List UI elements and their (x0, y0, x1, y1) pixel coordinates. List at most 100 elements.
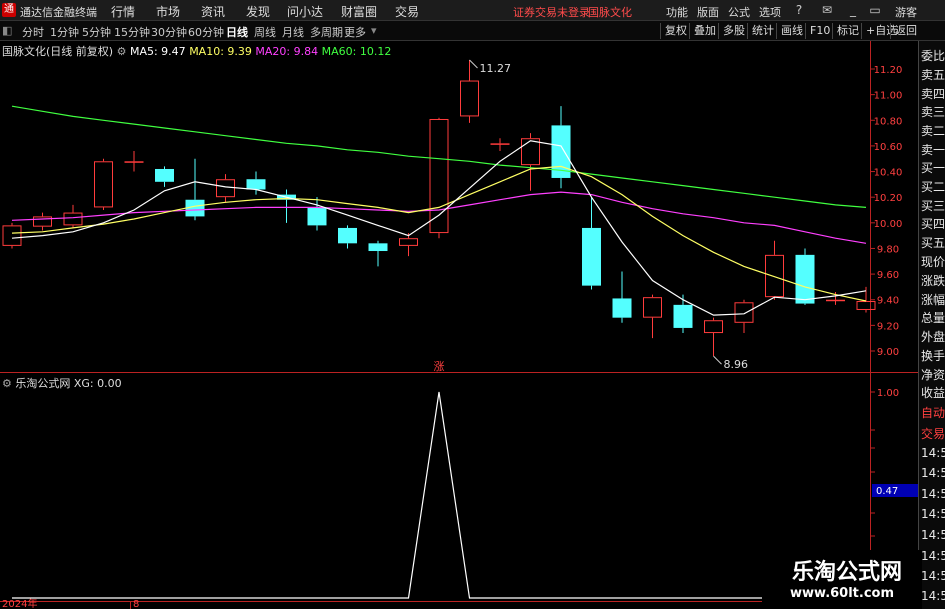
price-axis-label: 11.20 (874, 65, 903, 76)
candle-body-down[interactable] (155, 168, 174, 182)
candle-body-up[interactable] (94, 161, 113, 208)
period-tab-monthly[interactable]: 月线 (282, 24, 304, 40)
candle-body-down[interactable] (307, 207, 327, 226)
price-axis-label: 9.20 (877, 321, 899, 332)
settings-gear-icon[interactable]: ⚙ (117, 45, 127, 58)
candle-body-up[interactable] (2, 225, 22, 246)
side-panel-wei-bi: 委比 (921, 49, 945, 63)
candle-body-up[interactable] (490, 143, 510, 145)
price-axis-label: 9.40 (877, 296, 899, 307)
menu-item-functions[interactable]: 功能 (666, 4, 688, 20)
high-price-label: 11.27 (480, 62, 512, 75)
side-panel-tick-1: 14:56 (921, 446, 945, 460)
candle-body-down[interactable] (673, 304, 693, 328)
candle-body-up[interactable] (765, 254, 784, 298)
period-tab-multi[interactable]: 多周期 (310, 24, 343, 40)
candle-body-up[interactable] (124, 161, 144, 163)
adjust-button[interactable]: 复权 (660, 23, 687, 39)
draw-line-button[interactable]: 画线 (776, 23, 803, 39)
side-panel-sell-3: 卖三 (921, 105, 945, 119)
period-tab-30min[interactable]: 30分钟 (151, 24, 187, 40)
candle-body-up[interactable] (704, 320, 723, 334)
candle-body-down[interactable] (795, 254, 815, 304)
menu-item-news[interactable]: 资讯 (201, 3, 225, 20)
user-name[interactable]: 游客 (895, 4, 917, 20)
period-tab-more[interactable]: 更多 (344, 24, 366, 40)
statistics-button[interactable]: 统计 (747, 23, 774, 39)
candle-body-down[interactable] (612, 298, 632, 318)
menu-item-formula[interactable]: 公式 (728, 4, 750, 20)
price-axis-label: 9.80 (877, 244, 899, 255)
stock-title: 国脉文化(日线 前复权) (2, 45, 114, 58)
side-panel-current-price: 现价 (921, 255, 945, 269)
candle-body-up[interactable] (399, 238, 418, 246)
candle-body-up[interactable] (216, 179, 235, 198)
f10-button[interactable]: F10 (805, 23, 830, 39)
side-panel-change: 涨跌 (921, 274, 945, 288)
help-icon[interactable]: ? (790, 2, 808, 18)
menu-item-options[interactable]: 选项 (759, 4, 781, 20)
price-axis-label: 10.40 (874, 168, 903, 179)
candle-body-down[interactable] (338, 227, 357, 244)
side-panel-buy-5: 买五 (921, 236, 945, 250)
mark-button[interactable]: 标记 (832, 23, 859, 39)
login-status[interactable]: 证券交易未登录 (513, 4, 590, 20)
overlay-button[interactable]: 叠加 (689, 23, 716, 39)
side-panel-tick-2: 14:56 (921, 466, 945, 480)
quote-side-panel: 委比 卖五 卖四 卖三 卖二 卖一 买一 买二 买三 买四 买五 现价 涨跌 涨幅 总量 外盘 换手 净资 收益 自动… (918, 41, 945, 609)
low-price-label: 8.96 (724, 358, 749, 371)
price-axis-label: 10.00 (874, 219, 903, 230)
indicator-value: XG: 0.00 (73, 377, 122, 390)
watermark-title: 乐淘公式网 (792, 560, 903, 585)
restore-icon[interactable]: ▭ (866, 2, 884, 18)
signal-label: 涨 (434, 360, 445, 373)
sub-axis-label: 1.00 (877, 388, 899, 399)
candle-body-down[interactable] (246, 179, 266, 190)
back-button[interactable]: 返回 (890, 23, 917, 39)
candle-body-up[interactable] (521, 138, 540, 166)
menu-item-quotes[interactable]: 行情 (111, 3, 135, 20)
candle-body-up[interactable] (826, 299, 845, 302)
candle-body-up[interactable] (63, 212, 83, 226)
menu-item-assistant[interactable]: 问小达 (287, 3, 323, 20)
indicator-settings-icon[interactable]: ⚙ (2, 377, 12, 390)
time-axis-month-label: 8 (133, 599, 139, 609)
menu-item-layout[interactable]: 版面 (697, 4, 719, 20)
side-panel-net-assets: 净资 (921, 368, 945, 382)
candle-body-down[interactable] (368, 243, 388, 252)
period-tab-weekly[interactable]: 周线 (254, 24, 276, 40)
mail-icon[interactable]: ✉ (818, 2, 836, 18)
period-tab-timeshare[interactable]: 分时 (22, 24, 44, 40)
side-panel-sell-5: 卖五 (921, 68, 945, 82)
more-dropdown-icon[interactable]: ▾ (371, 24, 377, 37)
menu-item-market[interactable]: 市场 (156, 3, 180, 20)
minimize-icon[interactable]: _ (844, 2, 862, 18)
multi-stock-button[interactable]: 多股 (718, 23, 745, 39)
ma60-label: MA60: 10.12 (321, 45, 392, 58)
toolbar-panel-icon[interactable]: ◧ (2, 24, 12, 37)
menu-item-discover[interactable]: 发现 (246, 3, 270, 20)
menu-item-trade[interactable]: 交易 (395, 3, 419, 20)
price-axis-label: 9.00 (877, 347, 899, 358)
app-title: 通达信金融终端 (20, 6, 97, 19)
period-tab-15min[interactable]: 15分钟 (114, 24, 150, 40)
xg-signal-line (12, 391, 866, 599)
candle-body-up[interactable] (460, 80, 479, 117)
candle-body-up[interactable] (856, 301, 876, 310)
main-chart-legend: 国脉文化(日线 前复权) ⚙ MA5: 9.47 MA10: 9.39 MA20… (2, 43, 391, 59)
period-tab-5min[interactable]: 5分钟 (82, 24, 111, 40)
candle-body-down[interactable] (582, 227, 601, 286)
side-panel-earnings: 收益 (921, 386, 945, 400)
side-panel-total-volume: 总量 (921, 311, 945, 325)
period-tab-60min[interactable]: 60分钟 (188, 24, 224, 40)
side-panel-tick-3: 14:56 (921, 487, 945, 501)
period-tab-daily[interactable]: 日线 (226, 24, 248, 40)
candle-body-up[interactable] (734, 302, 754, 323)
candle-body-up[interactable] (643, 297, 662, 318)
period-tab-1min[interactable]: 1分钟 (50, 24, 79, 40)
side-panel-tick-7: 14:56 (921, 569, 945, 583)
kline-chart[interactable]: 11.20 11.00 10.80 10.60 10.40 10.20 10.00 9.80 9… (0, 41, 918, 609)
menu-item-wealth-circle[interactable]: 财富圈 (341, 3, 377, 20)
side-panel-buy-3: 买三 (921, 199, 945, 213)
watermark: 乐淘公式网 www.60lt.com (762, 550, 922, 609)
